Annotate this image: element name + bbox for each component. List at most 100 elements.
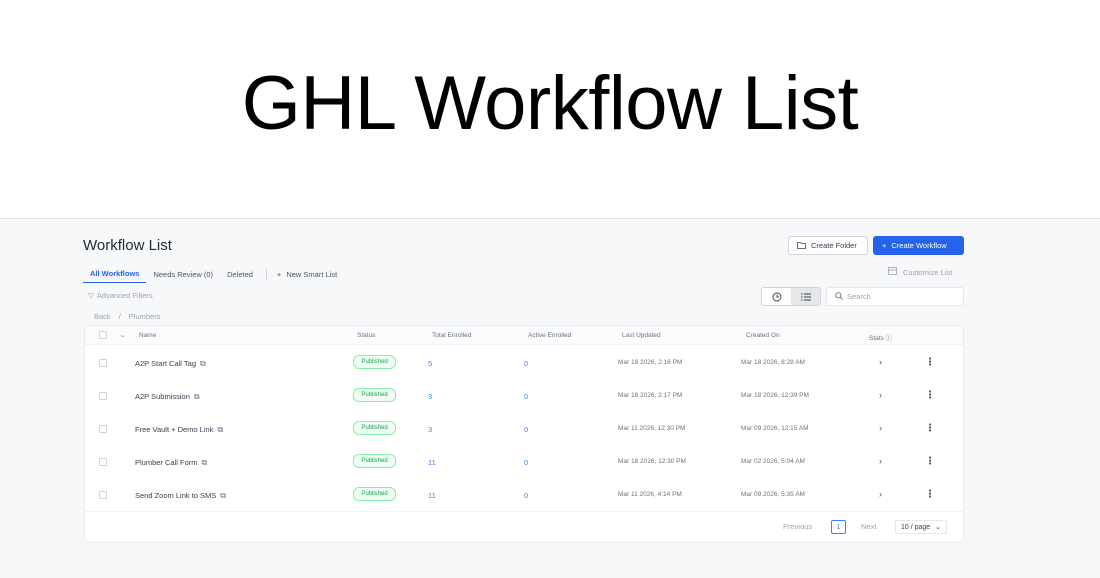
- page-size-select[interactable]: 10 / page ⌄: [895, 520, 947, 534]
- active-enrolled[interactable]: 0: [524, 458, 528, 467]
- workflow-name-link[interactable]: A2P Submission: [135, 392, 190, 401]
- column-created-on[interactable]: Created On: [746, 332, 780, 339]
- column-last-updated[interactable]: Last Updated: [622, 332, 661, 339]
- next-page-button[interactable]: Next: [861, 522, 876, 531]
- external-link-icon[interactable]: ⧉: [202, 458, 208, 467]
- table-row[interactable]: A2P Start Call Tag ⧉ Published 5 0 Mar 18…: [85, 347, 963, 380]
- create-workflow-label: Create Workflow: [891, 241, 947, 250]
- create-folder-button[interactable]: Create Folder: [788, 236, 868, 255]
- workflow-name-link[interactable]: Free Vault + Demo Link: [135, 425, 213, 434]
- chevron-down-icon[interactable]: ⌄: [120, 331, 125, 339]
- search-icon: [835, 291, 843, 302]
- total-enrolled[interactable]: 11: [428, 458, 436, 467]
- active-enrolled[interactable]: 0: [524, 392, 528, 401]
- last-updated: Mar 18 2026, 2:17 PM: [618, 392, 683, 399]
- plus-icon: +: [882, 241, 887, 250]
- chevron-right-icon[interactable]: ›: [879, 357, 882, 367]
- history-view-button[interactable]: [762, 288, 791, 305]
- page-number-button[interactable]: 1: [831, 520, 846, 534]
- chevron-down-icon: ⌄: [935, 524, 941, 531]
- workflow-name-link[interactable]: A2P Start Call Tag: [135, 359, 196, 368]
- banner: GHL Workflow List: [0, 0, 1100, 218]
- more-options-icon[interactable]: ⋮: [925, 357, 935, 368]
- workflow-table: ⌄ Name Status Total Enrolled Active Enro…: [84, 325, 964, 543]
- view-toggle: [761, 287, 821, 306]
- external-link-icon[interactable]: ⧉: [194, 392, 200, 401]
- new-smart-list-button[interactable]: + New Smart List: [273, 270, 341, 279]
- column-active-enrolled: Active Enrolled: [528, 332, 572, 339]
- more-options-icon[interactable]: ⋮: [925, 489, 935, 500]
- plus-icon: +: [276, 269, 282, 279]
- select-all-checkbox[interactable]: [99, 331, 107, 339]
- column-stats: Stats ⓘ: [869, 335, 893, 342]
- tab-bar: All Workflows Needs Review (0) Deleted +…: [83, 265, 341, 283]
- status-badge: Published: [353, 388, 396, 402]
- active-enrolled[interactable]: 0: [524, 425, 528, 434]
- total-enrolled[interactable]: 3: [428, 392, 432, 401]
- column-name[interactable]: Name: [139, 332, 156, 339]
- breadcrumb-back[interactable]: Back: [94, 312, 111, 321]
- list-view-button[interactable]: [791, 288, 820, 305]
- breadcrumb-current: Plumbers: [128, 312, 161, 321]
- external-link-icon[interactable]: ⧉: [217, 425, 223, 434]
- tab-needs-review[interactable]: Needs Review (0): [146, 265, 220, 283]
- last-updated: Mar 11 2026, 12:30 PM: [618, 425, 686, 432]
- new-smart-list-label: New Smart List: [286, 269, 338, 279]
- row-checkbox[interactable]: [99, 359, 107, 367]
- status-badge: Published: [353, 421, 396, 435]
- advanced-filters-toggle[interactable]: ▽ Advanced Filters: [88, 291, 153, 300]
- breadcrumb-separator: /: [118, 312, 121, 321]
- external-link-icon[interactable]: ⧉: [200, 359, 206, 368]
- workflow-name-link[interactable]: Plumber Call Form: [135, 458, 198, 467]
- last-updated: Mar 11 2026, 4:14 PM: [618, 491, 682, 498]
- chevron-right-icon[interactable]: ›: [879, 390, 882, 400]
- active-enrolled[interactable]: 0: [524, 359, 528, 368]
- customize-list-button[interactable]: Customize List: [888, 267, 952, 277]
- total-enrolled[interactable]: 5: [428, 359, 432, 368]
- chevron-right-icon[interactable]: ›: [879, 489, 882, 499]
- workflow-name-link[interactable]: Send Zoom Link to SMS: [135, 491, 216, 500]
- table-header: ⌄ Name Status Total Enrolled Active Enro…: [85, 326, 963, 345]
- table-row[interactable]: Free Vault + Demo Link ⧉ Published 3 0 Ma…: [85, 413, 963, 446]
- create-workflow-button[interactable]: + Create Workflow: [873, 236, 964, 255]
- status-badge: Published: [353, 487, 396, 501]
- pagination: Previous 1 Next 10 / page ⌄: [85, 511, 963, 541]
- create-folder-label: Create Folder: [811, 241, 857, 250]
- banner-title: GHL Workflow List: [241, 60, 859, 146]
- created-on: Mar 18 2026, 12:39 PM: [741, 392, 809, 399]
- row-checkbox[interactable]: [99, 425, 107, 433]
- more-options-icon[interactable]: ⋮: [925, 456, 935, 467]
- tab-deleted[interactable]: Deleted: [220, 265, 260, 283]
- last-updated: Mar 18 2026, 2:16 PM: [618, 359, 683, 366]
- chevron-right-icon[interactable]: ›: [879, 423, 882, 433]
- tab-divider: [265, 268, 267, 280]
- page-size-value: 10 / page: [901, 523, 931, 531]
- row-checkbox[interactable]: [99, 458, 107, 466]
- customize-list-label: Customize List: [903, 267, 953, 277]
- last-updated: Mar 18 2026, 12:30 PM: [618, 458, 686, 465]
- total-enrolled[interactable]: 11: [428, 491, 436, 500]
- created-on: Mar 09 2026, 12:15 AM: [741, 425, 809, 432]
- active-enrolled[interactable]: 0: [524, 491, 528, 500]
- status-badge: Published: [353, 355, 396, 369]
- row-checkbox[interactable]: [99, 491, 107, 499]
- chevron-right-icon[interactable]: ›: [879, 456, 882, 466]
- clock-icon: [772, 292, 781, 301]
- table-row[interactable]: A2P Submission ⧉ Published 3 0 Mar 18 202…: [85, 380, 963, 413]
- external-link-icon[interactable]: ⧉: [220, 491, 226, 500]
- more-options-icon[interactable]: ⋮: [925, 390, 935, 401]
- table-row[interactable]: Send Zoom Link to SMS ⧉ Published 11 0 Ma…: [85, 479, 963, 512]
- row-checkbox[interactable]: [99, 392, 107, 400]
- created-on: Mar 18 2026, 8:28 AM: [741, 359, 805, 366]
- columns-icon: [888, 267, 897, 277]
- created-on: Mar 02 2026, 5:04 AM: [741, 458, 805, 465]
- column-total-enrolled: Total Enrolled: [432, 332, 472, 339]
- info-icon: ⓘ: [885, 335, 893, 342]
- search-input[interactable]: [847, 292, 955, 301]
- previous-page-button[interactable]: Previous: [783, 522, 812, 531]
- more-options-icon[interactable]: ⋮: [925, 423, 935, 434]
- tab-all-workflows[interactable]: All Workflows: [83, 265, 147, 283]
- search-box: [826, 287, 964, 306]
- table-row[interactable]: Plumber Call Form ⧉ Published 11 0 Mar 18…: [85, 446, 963, 479]
- total-enrolled[interactable]: 3: [428, 425, 432, 434]
